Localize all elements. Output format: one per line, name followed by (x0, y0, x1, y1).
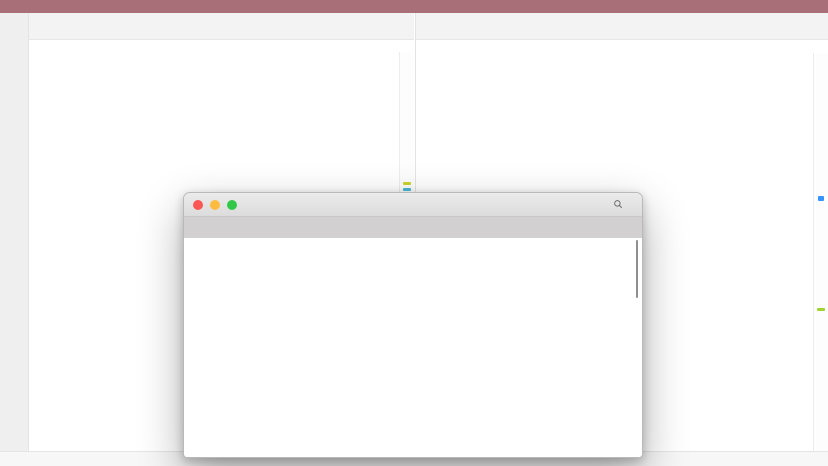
maximize-window-button[interactable] (227, 200, 237, 210)
close-window-button[interactable] (193, 200, 203, 210)
terminal-scrollbar[interactable] (636, 240, 638, 298)
search-icon[interactable] (613, 196, 623, 214)
overview-mark (817, 308, 825, 311)
terminal-tabs (184, 217, 642, 240)
activity-bar (0, 13, 29, 452)
overview-mark (403, 182, 411, 185)
tab-bar-right (416, 13, 828, 40)
overview-mark (818, 196, 824, 201)
overview-mark (403, 188, 411, 191)
tab-bar-left (28, 13, 414, 40)
system-menubar (0, 0, 828, 13)
scrollbar[interactable] (813, 53, 828, 452)
terminal-titlebar[interactable] (184, 193, 642, 217)
terminal-window[interactable] (183, 192, 643, 458)
terminal-content[interactable] (184, 238, 642, 457)
minimize-window-button[interactable] (210, 200, 220, 210)
breadcrumb[interactable] (416, 40, 828, 53)
